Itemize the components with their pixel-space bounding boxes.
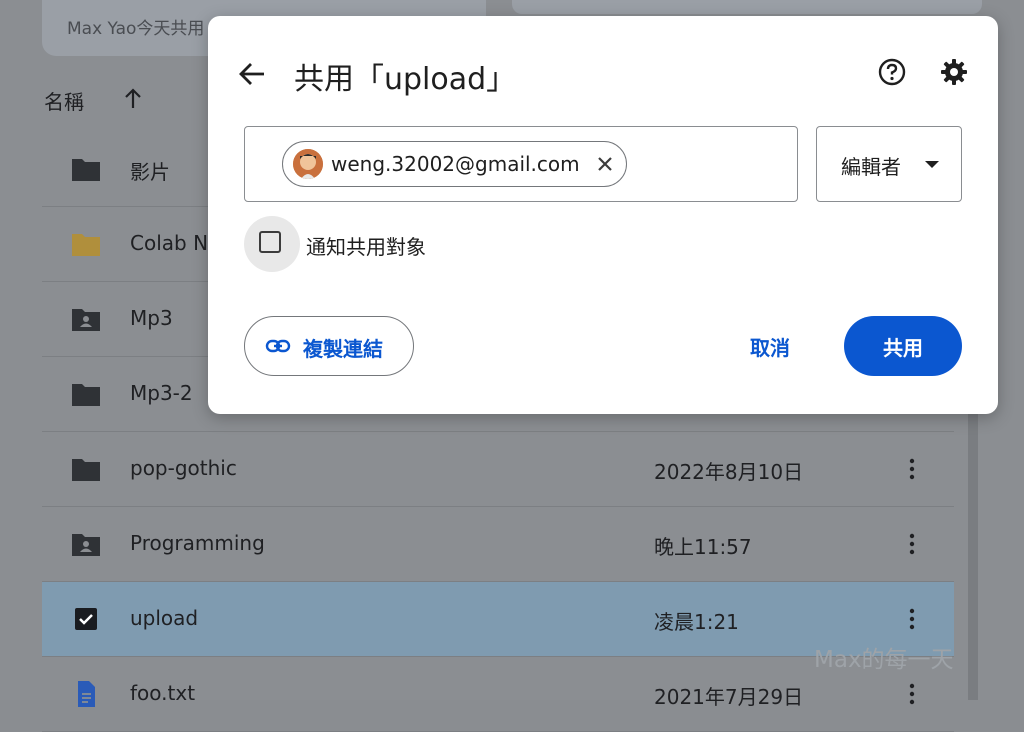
doc-icon (78, 681, 95, 707)
file-name: 影片 (130, 160, 170, 184)
file-name: Mp3-2 (130, 381, 193, 405)
close-icon[interactable] (595, 154, 615, 174)
gear-icon[interactable] (938, 56, 970, 88)
more-vert-icon[interactable] (902, 679, 922, 709)
file-name: Programming (130, 531, 265, 555)
back-arrow-icon[interactable] (234, 56, 270, 92)
recipient-email: weng.32002@gmail.com (331, 152, 580, 176)
folder-icon (72, 159, 100, 181)
list-item[interactable]: pop-gothic 2022年8月10日 (42, 432, 954, 507)
notify-label: 通知共用對象 (306, 235, 426, 259)
file-date: 凌晨1:21 (654, 610, 739, 634)
more-vert-icon[interactable] (902, 604, 922, 634)
file-name: Colab N (130, 231, 209, 255)
file-date: 2022年8月10日 (654, 460, 804, 484)
shared-folder-icon (72, 534, 100, 556)
file-name: foo.txt (130, 681, 196, 705)
copy-link-button[interactable]: 複製連結 (244, 316, 414, 376)
watermark: Max的每一天 (814, 647, 954, 673)
folder-icon (72, 459, 100, 481)
banner-text: Max Yao今天共用 (67, 19, 205, 39)
file-name: Mp3 (130, 306, 173, 330)
banner-secondary (512, 0, 982, 14)
dialog-title: 共用「upload」 (294, 62, 517, 97)
checkbox-icon[interactable] (259, 231, 281, 253)
recipient-chip[interactable]: weng.32002@gmail.com (282, 141, 627, 187)
notify-checkbox[interactable] (244, 216, 300, 272)
more-vert-icon[interactable] (902, 454, 922, 484)
chevron-down-icon (925, 161, 939, 168)
link-icon (265, 339, 291, 353)
folder-icon (72, 234, 100, 256)
avatar (293, 149, 323, 179)
checkbox-checked-icon[interactable] (70, 605, 102, 633)
list-item[interactable]: Programming 晚上11:57 (42, 507, 954, 582)
arrow-up-icon[interactable] (122, 86, 144, 118)
shared-folder-icon (72, 309, 100, 331)
share-button[interactable]: 共用 (844, 316, 962, 376)
file-date: 2021年7月29日 (654, 685, 804, 709)
recipient-input[interactable]: weng.32002@gmail.com (244, 126, 798, 202)
file-name: upload (130, 606, 199, 630)
file-name: pop-gothic (130, 456, 237, 480)
role-label: 編輯者 (841, 155, 901, 179)
cancel-button[interactable]: 取消 (728, 316, 812, 376)
folder-icon (72, 384, 100, 406)
copy-link-label: 複製連結 (303, 337, 383, 361)
more-vert-icon[interactable] (902, 529, 922, 559)
share-dialog: 共用「upload」 weng.32002@gmail.com 編輯者 通知共用… (208, 16, 998, 414)
role-dropdown[interactable]: 編輯者 (816, 126, 962, 202)
scrollbar[interactable] (968, 410, 978, 700)
column-header-name[interactable]: 名稱 (44, 86, 84, 115)
file-date: 晚上11:57 (654, 535, 752, 559)
help-icon[interactable] (876, 56, 908, 88)
